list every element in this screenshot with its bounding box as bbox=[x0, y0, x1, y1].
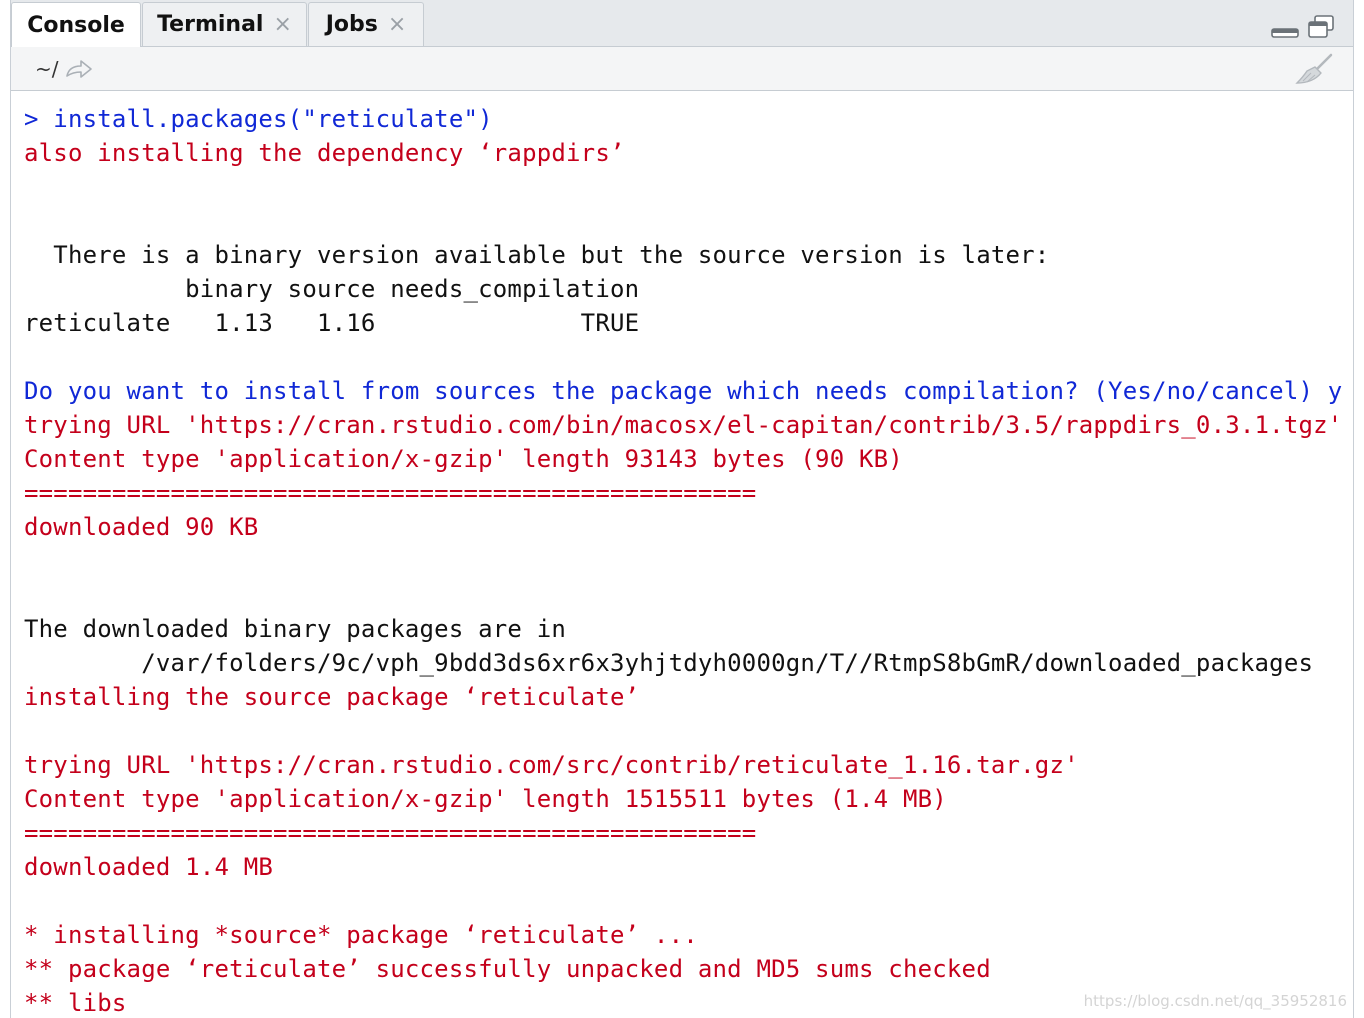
console-line: Do you want to install from sources the … bbox=[24, 377, 1343, 405]
pane-tab-bar: Console Terminal × Jobs × bbox=[11, 0, 1353, 48]
watermark: https://blog.csdn.net/qq_35952816 bbox=[1083, 992, 1347, 1010]
window-controls bbox=[1271, 15, 1335, 39]
console-toolbar: ~/ bbox=[11, 47, 1353, 91]
console-line: trying URL 'https://cran.rstudio.com/bin… bbox=[24, 411, 1343, 439]
tab-console[interactable]: Console bbox=[11, 2, 141, 48]
tab-console-label: Console bbox=[27, 13, 125, 38]
console-pane: Console Terminal × Jobs × ~/ > install.p… bbox=[10, 0, 1354, 1018]
console-line: downloaded 90 KB bbox=[24, 513, 259, 541]
console-line: Content type 'application/x-gzip' length… bbox=[24, 445, 903, 473]
tab-terminal[interactable]: Terminal × bbox=[142, 2, 307, 46]
close-icon[interactable]: × bbox=[388, 13, 406, 36]
console-line: > install.packages("reticulate") bbox=[24, 105, 493, 133]
go-to-directory-arrow-icon[interactable] bbox=[65, 59, 93, 79]
console-line: There is a binary version available but … bbox=[24, 241, 1050, 269]
console-output[interactable]: > install.packages("reticulate") also ins… bbox=[24, 102, 1353, 1018]
tab-jobs[interactable]: Jobs × bbox=[308, 2, 424, 46]
console-line: The downloaded binary packages are in bbox=[24, 615, 567, 643]
clear-console-broom-icon[interactable] bbox=[1295, 53, 1335, 85]
console-line: ========================================… bbox=[24, 479, 757, 507]
minimize-pane-icon[interactable] bbox=[1271, 23, 1299, 39]
console-line: Content type 'application/x-gzip' length… bbox=[24, 785, 947, 813]
working-directory: ~/ bbox=[35, 57, 93, 81]
console-line: ** package ‘reticulate’ successfully unp… bbox=[24, 955, 991, 983]
console-line: binary source needs_compilation bbox=[24, 275, 640, 303]
console-line: reticulate 1.13 1.16 TRUE bbox=[24, 309, 640, 337]
console-line: trying URL 'https://cran.rstudio.com/src… bbox=[24, 751, 1079, 779]
working-directory-path: ~/ bbox=[35, 57, 59, 81]
console-line: ========================================… bbox=[24, 819, 757, 847]
console-line: installing the source package ‘reticulat… bbox=[24, 683, 640, 711]
tab-jobs-label: Jobs bbox=[325, 12, 378, 37]
maximize-pane-icon[interactable] bbox=[1307, 15, 1335, 39]
console-line: also installing the dependency ‘rappdirs… bbox=[24, 139, 625, 167]
tab-terminal-label: Terminal bbox=[157, 12, 264, 37]
console-line: downloaded 1.4 MB bbox=[24, 853, 274, 881]
console-line: /var/folders/9c/vph_9bdd3ds6xr6x3yhjtdyh… bbox=[24, 649, 1314, 677]
console-line: * installing *source* package ‘reticulat… bbox=[24, 921, 698, 949]
close-icon[interactable]: × bbox=[273, 13, 291, 36]
